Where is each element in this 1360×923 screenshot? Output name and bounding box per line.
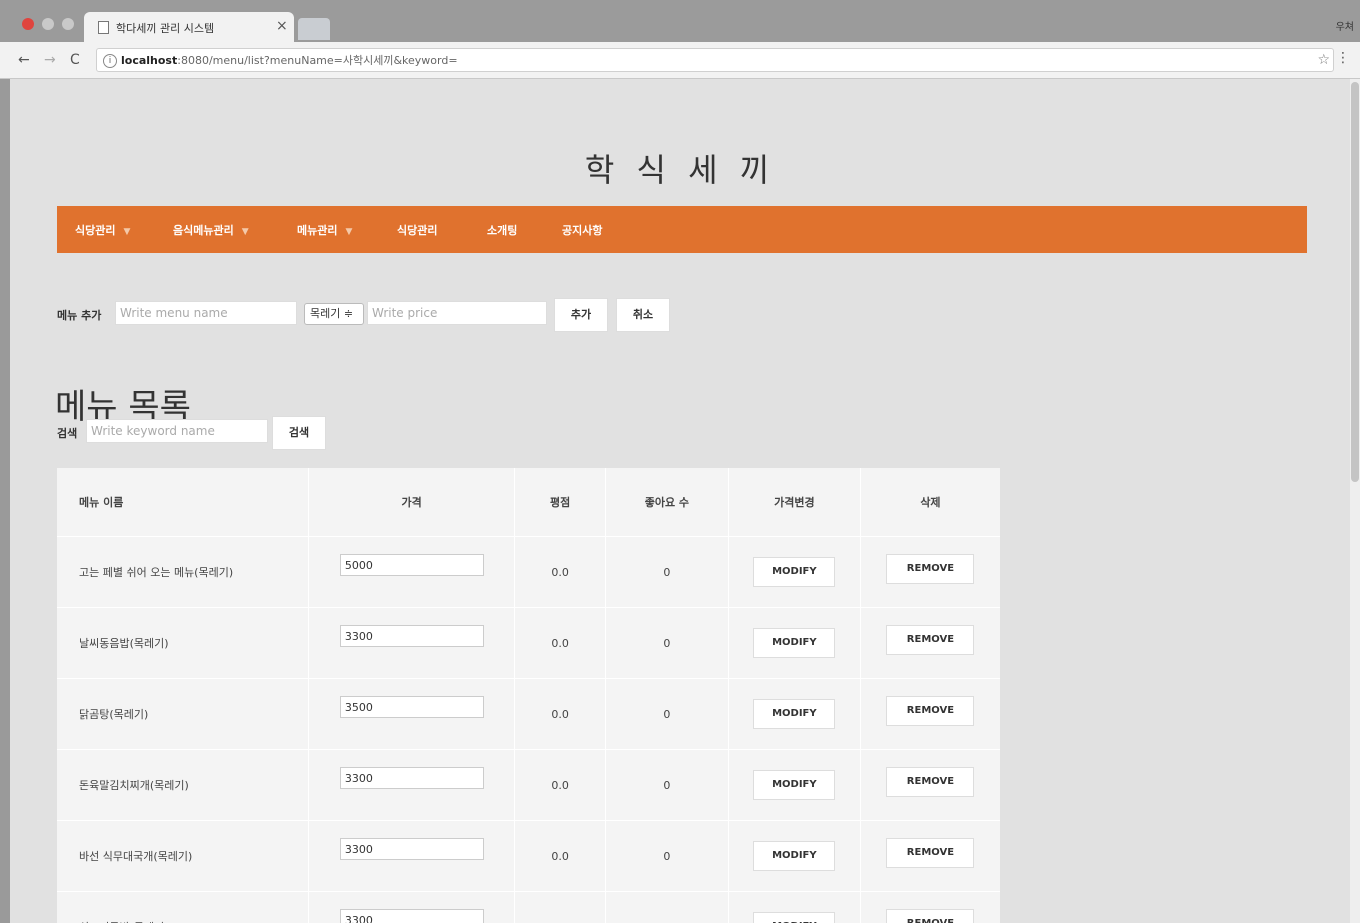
- col-header-likes: 좋아요 수: [604, 468, 729, 537]
- menu-name-cell: 돈육말김치찌개(목레기): [57, 749, 309, 821]
- add-button[interactable]: 추가: [554, 298, 608, 332]
- profile-label[interactable]: 우쳐: [1336, 18, 1354, 33]
- remove-button[interactable]: REMOVE: [886, 553, 975, 584]
- rating-cell: 0.0: [514, 607, 606, 679]
- nav-item-restaurant-admin[interactable]: 식당관리 ▼: [75, 222, 130, 238]
- nav-item-intro[interactable]: 소개팅: [487, 222, 517, 238]
- browser-tab[interactable]: 학다세끼 관리 시스템 ×: [84, 12, 294, 42]
- modify-button[interactable]: MODIFY: [753, 841, 836, 871]
- reload-icon[interactable]: C: [70, 52, 80, 68]
- bookmark-star-icon[interactable]: ☆: [1317, 52, 1330, 68]
- maximize-window-button[interactable]: [62, 18, 74, 30]
- table-row: 돈육말김치찌개(목레기) 0.0 0 MODIFY REMOVE: [57, 749, 1000, 821]
- menu-name-cell: 고는 페별 쉬어 오는 메뉴(목레기): [57, 536, 309, 608]
- row-price-input[interactable]: [339, 554, 484, 576]
- table-row: 고는 페별 쉬어 오는 메뉴(목레기) 0.0 0 MODIFY REMOVE: [57, 536, 1000, 608]
- dropdown-caret-icon: ▼: [123, 227, 131, 237]
- page-content: 학 식 세 끼 식당관리 ▼ 음식메뉴관리 ▼ 메뉴관리 ▼ 식당관리 소개팅 공지사…: [10, 79, 1350, 923]
- rating-cell: 0.0: [514, 536, 606, 608]
- row-price-input[interactable]: [339, 767, 484, 789]
- modify-button[interactable]: MODIFY: [753, 699, 836, 729]
- main-navbar: 식당관리 ▼ 음식메뉴관리 ▼ 메뉴관리 ▼ 식당관리 소개팅 공지사항: [57, 206, 1307, 253]
- add-menu-label: 메뉴 추가: [57, 309, 102, 322]
- nav-item-notice[interactable]: 공지사항: [562, 222, 602, 238]
- search-label: 검색: [57, 427, 78, 440]
- back-arrow-icon[interactable]: ←: [18, 52, 30, 68]
- rating-cell: 0.0: [514, 891, 606, 923]
- col-header-rating: 평점: [514, 468, 606, 537]
- url-path: :8080/menu/list?menuName=사학시세끼&keyword=: [177, 54, 458, 67]
- price-input[interactable]: [367, 301, 547, 325]
- search-button[interactable]: 검색: [272, 416, 326, 450]
- scrollbar-thumb[interactable]: [1351, 82, 1359, 482]
- menu-name-input[interactable]: [115, 301, 297, 325]
- info-icon[interactable]: i: [103, 54, 117, 68]
- row-price-input[interactable]: [339, 696, 484, 718]
- document-icon: [98, 21, 109, 34]
- dropdown-caret-icon: ▼: [345, 227, 353, 237]
- likes-cell: 0: [604, 749, 729, 821]
- cancel-button[interactable]: 취소: [616, 298, 670, 332]
- nav-item-label: 메뉴관리: [297, 224, 338, 237]
- likes-cell: 0: [604, 820, 729, 892]
- url-input[interactable]: i localhost:8080/menu/list?menuName=사학시세…: [96, 48, 1334, 72]
- table-row: 바선 식무대국개(목레기) 0.0 0 MODIFY REMOVE: [57, 820, 1000, 892]
- col-header-price: 가격: [307, 468, 515, 537]
- table-row: 닭곰탕(목레기) 0.0 0 MODIFY REMOVE: [57, 678, 1000, 750]
- row-price-input[interactable]: [339, 909, 484, 923]
- menu-name-cell: 날씨동음밥(목레기): [57, 607, 309, 679]
- address-bar: ← → C i localhost:8080/menu/list?menuNam…: [0, 42, 1360, 79]
- site-title: 학 식 세 끼: [584, 151, 776, 189]
- col-header-name: 메뉴 이름: [57, 468, 309, 537]
- likes-cell: 0: [604, 607, 729, 679]
- table-header-row: 메뉴 이름 가격 평점 좋아요 수 가격변경 삭제: [57, 468, 1000, 537]
- dropdown-caret-icon: ▼: [241, 227, 249, 237]
- remove-button[interactable]: REMOVE: [886, 908, 975, 923]
- minimize-window-button[interactable]: [42, 18, 54, 30]
- row-price-input[interactable]: [339, 625, 484, 647]
- remove-button[interactable]: REMOVE: [886, 624, 975, 655]
- likes-cell: 0: [604, 678, 729, 750]
- nav-item-menu-admin[interactable]: 메뉴관리 ▼: [297, 222, 352, 238]
- remove-button[interactable]: REMOVE: [886, 695, 975, 726]
- new-tab-button[interactable]: [298, 18, 330, 40]
- rating-cell: 0.0: [514, 820, 606, 892]
- tab-title: 학다세끼 관리 시스템: [116, 22, 215, 35]
- likes-cell: 0: [604, 891, 729, 923]
- browser-tabbar: 학다세끼 관리 시스템 × 우쳐: [0, 0, 1360, 42]
- window-edge: [0, 79, 10, 923]
- rating-cell: 0.0: [514, 749, 606, 821]
- modify-button[interactable]: MODIFY: [753, 770, 836, 800]
- url-host: localhost: [121, 54, 178, 67]
- table-row: 쉬고기국밥(목레기) 0.0 0 MODIFY REMOVE: [57, 891, 1000, 923]
- search-input[interactable]: [86, 419, 268, 443]
- close-window-button[interactable]: [22, 18, 34, 30]
- nav-item-label: 음식메뉴관리: [173, 224, 234, 237]
- remove-button[interactable]: REMOVE: [886, 766, 975, 797]
- menu-table: 메뉴 이름 가격 평점 좋아요 수 가격변경 삭제 고는 페별 쉬어 오는 메뉴…: [57, 468, 1000, 923]
- col-header-price-change: 가격변경: [727, 468, 861, 537]
- forward-arrow-icon[interactable]: →: [44, 52, 56, 68]
- col-header-delete: 삭제: [859, 468, 1000, 537]
- category-select[interactable]: 목레기 ≑: [304, 303, 364, 325]
- nav-item-food-menu-admin[interactable]: 음식메뉴관리 ▼: [173, 222, 249, 238]
- rating-cell: 0.0: [514, 678, 606, 750]
- browser-menu-icon[interactable]: ⋮: [1336, 50, 1350, 66]
- table-row: 날씨동음밥(목레기) 0.0 0 MODIFY REMOVE: [57, 607, 1000, 679]
- modify-button[interactable]: MODIFY: [753, 557, 836, 587]
- menu-name-cell: 바선 식무대국개(목레기): [57, 820, 309, 892]
- modify-button[interactable]: MODIFY: [753, 912, 836, 923]
- modify-button[interactable]: MODIFY: [753, 628, 836, 658]
- nav-item-label: 식당관리: [75, 224, 116, 237]
- tab-close-icon[interactable]: ×: [276, 18, 288, 34]
- remove-button[interactable]: REMOVE: [886, 837, 975, 868]
- nav-item-restaurant[interactable]: 식당관리: [397, 222, 437, 238]
- menu-name-cell: 닭곰탕(목레기): [57, 678, 309, 750]
- row-price-input[interactable]: [339, 838, 484, 860]
- menu-name-cell: 쉬고기국밥(목레기): [57, 891, 309, 923]
- likes-cell: 0: [604, 536, 729, 608]
